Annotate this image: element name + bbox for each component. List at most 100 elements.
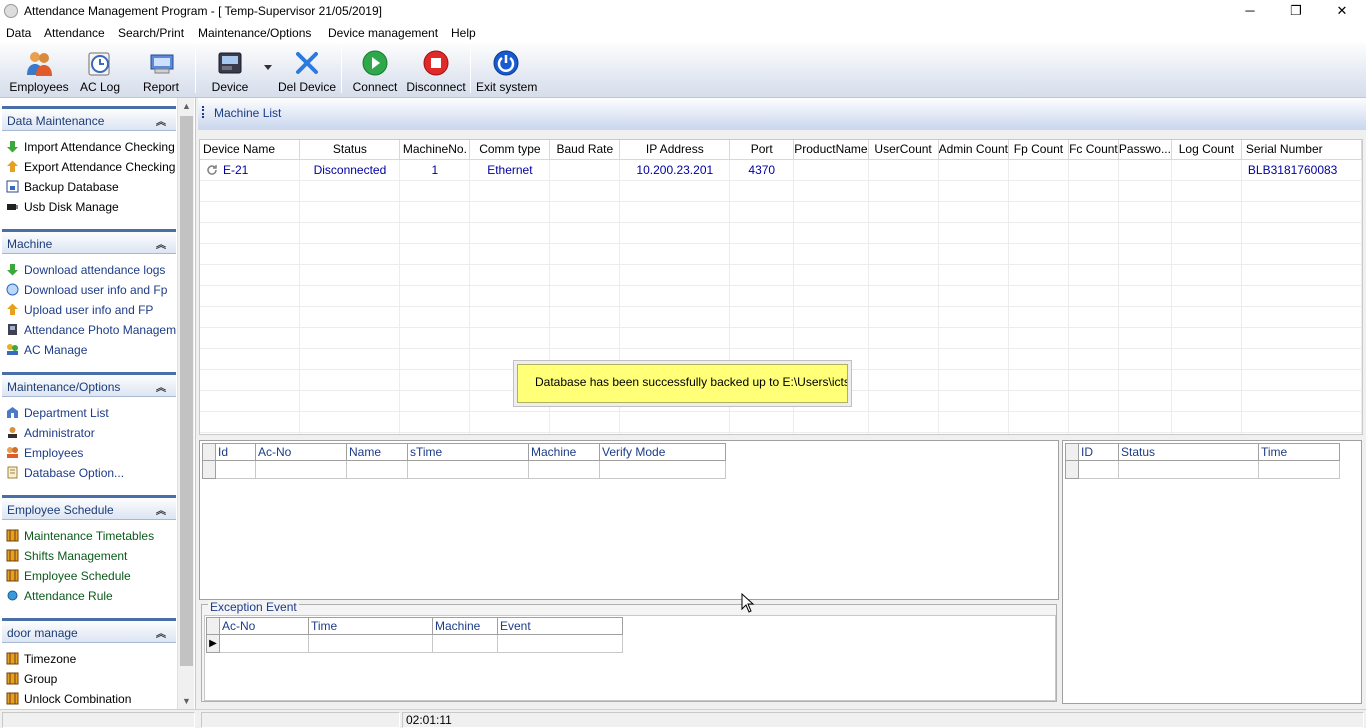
employees-button[interactable]: Employees: [8, 43, 70, 98]
column-header[interactable]: ID: [1078, 443, 1119, 461]
scroll-up-icon[interactable]: ▲: [178, 98, 195, 114]
table-row[interactable]: ▶: [206, 634, 623, 653]
column-header[interactable]: Time: [1258, 443, 1340, 461]
sidebar-item-unlock-combination[interactable]: Unlock Combination: [6, 692, 131, 710]
column-header[interactable]: Status: [1118, 443, 1259, 461]
sidebar-item-group[interactable]: Group: [6, 672, 57, 690]
sidebar-item-maintenance-timetables[interactable]: Maintenance Timetables: [6, 529, 154, 547]
sidebar-item-shifts-management[interactable]: Shifts Management: [6, 549, 127, 567]
sidebar-item-download-user-info[interactable]: Download user info and Fp: [6, 283, 167, 301]
group-machine[interactable]: Machine ︽: [2, 229, 176, 254]
column-header[interactable]: ProductName: [793, 140, 869, 160]
exit-system-label: Exit system: [476, 80, 538, 94]
sidebar-scrollbar[interactable]: ▲ ▼: [177, 98, 194, 709]
collapse-icon[interactable]: ︽: [156, 236, 166, 251]
column-header[interactable]: Fc Count: [1068, 140, 1119, 160]
sidebar-item-database-option[interactable]: Database Option...: [6, 466, 124, 484]
scroll-down-icon[interactable]: ▼: [178, 693, 195, 709]
disconnect-button[interactable]: Disconnect: [406, 43, 466, 98]
column-header[interactable]: IP Address: [619, 140, 731, 160]
report-button[interactable]: Report: [134, 43, 188, 98]
column-header[interactable]: Admin Count: [938, 140, 1009, 160]
sidebar-item-employees[interactable]: Employees: [6, 446, 83, 464]
column-header[interactable]: Port: [729, 140, 795, 160]
comm-type-cell: Ethernet: [469, 159, 551, 181]
sidebar-item-employee-schedule[interactable]: Employee Schedule: [6, 569, 131, 587]
group-data-maintenance[interactable]: Data Maintenance ︽: [2, 106, 176, 131]
ip-address-cell: 10.200.23.201: [619, 159, 731, 181]
device-button[interactable]: Device: [204, 43, 256, 98]
del-device-button[interactable]: Del Device: [278, 43, 336, 98]
minimize-button[interactable]: ─: [1227, 0, 1273, 23]
delete-x-icon: [296, 52, 318, 74]
exit-system-button[interactable]: Exit system: [476, 43, 538, 98]
column-header[interactable]: Id: [215, 443, 256, 461]
sidebar-item-administrator[interactable]: Administrator: [6, 426, 95, 444]
group-maintenance-options[interactable]: Maintenance/Options ︽: [2, 372, 176, 397]
column-header[interactable]: Baud Rate: [549, 140, 621, 160]
row-indicator-header: [202, 443, 216, 461]
sidebar-item-upload-user-info[interactable]: Upload user info and FP: [6, 303, 153, 321]
column-header[interactable]: Event: [497, 617, 623, 635]
current-row-marker-icon: ▶: [206, 634, 220, 653]
collapse-icon[interactable]: ︽: [156, 625, 166, 640]
column-header[interactable]: Status: [299, 140, 401, 160]
menu-attendance[interactable]: Attendance: [44, 26, 105, 40]
empty-row: [200, 285, 1362, 307]
menu-help[interactable]: Help: [451, 26, 476, 40]
menu-search-print[interactable]: Search/Print: [118, 26, 184, 40]
sidebar-item-attendance-rule[interactable]: Attendance Rule: [6, 589, 113, 607]
column-header[interactable]: Ac-No: [255, 443, 347, 461]
menu-maintenance-options[interactable]: Maintenance/Options: [198, 26, 311, 40]
sidebar-item-department-list[interactable]: Department List: [6, 406, 109, 424]
column-header[interactable]: Verify Mode: [599, 443, 726, 461]
column-header[interactable]: Device Name: [200, 140, 301, 160]
sidebar-item-backup-database[interactable]: Backup Database: [6, 180, 119, 198]
sidebar-item-download-attendance-logs[interactable]: Download attendance logs: [6, 263, 165, 281]
column-header[interactable]: sTime: [407, 443, 529, 461]
column-header[interactable]: Machine: [432, 617, 498, 635]
collapse-icon[interactable]: ︽: [156, 502, 166, 517]
close-button[interactable]: ✕: [1319, 0, 1365, 23]
column-header[interactable]: Comm type: [469, 140, 551, 160]
column-header[interactable]: UserCount: [868, 140, 939, 160]
sidebar-item-attendance-photo[interactable]: Attendance Photo Managem...: [6, 323, 186, 341]
table-row[interactable]: E-21 Disconnected 1 Ethernet 10.200.23.2…: [200, 159, 1362, 181]
navigation-sidebar: Data Maintenance ︽ Import Attendance Chec…: [0, 98, 196, 709]
menu-device-management[interactable]: Device management: [328, 26, 438, 40]
column-header[interactable]: Machine: [528, 443, 600, 461]
device-name-cell[interactable]: E-21: [200, 159, 301, 181]
sidebar-item-ac-manage[interactable]: AC Manage: [6, 343, 87, 361]
chevron-down-icon: [264, 65, 272, 70]
column-header[interactable]: Serial Number: [1241, 140, 1362, 160]
ac-log-button[interactable]: AC Log: [72, 43, 128, 98]
group-door-manage[interactable]: door manage ︽: [2, 618, 176, 643]
status-time: 02:01:11: [402, 712, 1364, 728]
column-header[interactable]: Name: [346, 443, 408, 461]
sidebar-item-label: Upload user info and FP: [24, 303, 154, 317]
collapse-icon[interactable]: ︽: [156, 379, 166, 394]
machine-list-header: Machine List: [198, 98, 1366, 130]
column-header[interactable]: Ac-No: [219, 617, 309, 635]
sidebar-item-label: Group: [24, 672, 58, 686]
column-header[interactable]: Fp Count: [1008, 140, 1069, 160]
column-header[interactable]: MachineNo.: [399, 140, 471, 160]
sidebar-item-import-attendance[interactable]: Import Attendance Checking ...: [6, 140, 188, 158]
sidebar-item-export-attendance[interactable]: Export Attendance Checking ...: [6, 160, 189, 178]
group-employee-schedule[interactable]: Employee Schedule ︽: [2, 495, 176, 520]
table-row[interactable]: [202, 460, 726, 479]
empty-row: [200, 243, 1362, 265]
window-title: Attendance Management Program - [ Temp-S…: [24, 4, 382, 18]
sidebar-item-usb-disk-manage[interactable]: Usb Disk Manage: [6, 200, 119, 218]
column-header[interactable]: Passwo...: [1118, 140, 1172, 160]
column-header[interactable]: Log Count: [1171, 140, 1242, 160]
menu-data[interactable]: Data: [6, 26, 31, 40]
device-dropdown-button[interactable]: [260, 43, 276, 98]
restore-button[interactable]: ❐: [1273, 0, 1319, 23]
scrollbar-thumb[interactable]: [180, 116, 193, 666]
sidebar-item-timezone[interactable]: Timezone: [6, 652, 76, 670]
connect-button[interactable]: Connect: [348, 43, 402, 98]
table-row[interactable]: [1065, 460, 1340, 479]
column-header[interactable]: Time: [308, 617, 433, 635]
collapse-icon[interactable]: ︽: [156, 113, 166, 128]
